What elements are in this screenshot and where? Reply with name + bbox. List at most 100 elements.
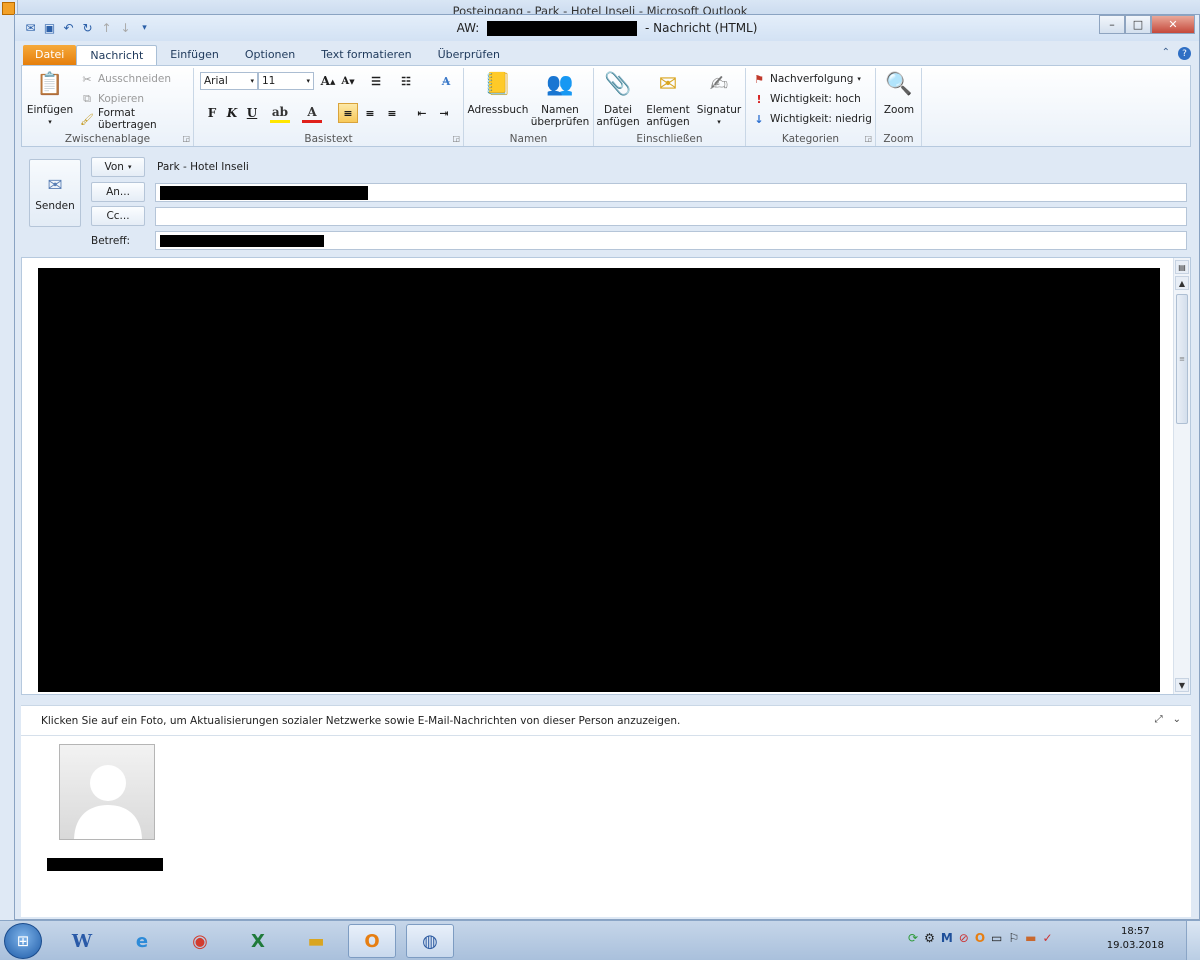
from-button[interactable]: Von ▾ (91, 157, 145, 177)
ribbon-tabs: Datei Nachricht Einfügen Optionen Text f… (23, 43, 513, 66)
subject-field[interactable] (155, 231, 1187, 250)
chrome-taskbar-icon[interactable]: ◉ (176, 924, 224, 958)
shrink-font-button[interactable]: A ▼ (338, 71, 358, 91)
signature-icon: ✍ (709, 72, 729, 97)
bullets-icon[interactable]: ☰ (366, 71, 386, 91)
attach-item-button[interactable]: ✉ Element anfügen (644, 70, 692, 129)
signature-button[interactable]: ✍ Signatur ▾ (696, 70, 742, 128)
expand-icon[interactable]: ⤢ (1155, 714, 1163, 725)
clock[interactable]: 18:57 19.03.2018 (1107, 925, 1164, 953)
align-center-button[interactable]: ≡ (360, 103, 380, 123)
dialog-launcher-icon[interactable]: ◲ (864, 134, 872, 143)
show-desktop-button[interactable] (1186, 921, 1200, 960)
scroll-down-icon[interactable]: ▼ (1175, 678, 1189, 692)
action-center-flag-icon[interactable]: ⚐ (1008, 931, 1019, 945)
address-book-button[interactable]: 📒 Adressbuch (468, 70, 529, 117)
check-names-button[interactable]: 👥 Namen überprüfen (530, 70, 590, 129)
tab-datei[interactable]: Datei (23, 45, 77, 65)
tray-display-icon[interactable]: ▭ (991, 931, 1002, 945)
tab-text-formatieren[interactable]: Text formatieren (308, 45, 424, 65)
message-body[interactable]: ▤ ▲ ≡ ▼ (21, 257, 1191, 695)
start-button[interactable]: ⊞ (4, 923, 42, 959)
title-suffix: - Nachricht (HTML) (644, 21, 758, 35)
chevron-down-icon[interactable]: ⌄ (1173, 714, 1181, 725)
format-painter-button[interactable]: 🖌 Format übertragen (80, 107, 193, 131)
globe-app-taskbar-icon[interactable]: ◍ (406, 924, 454, 958)
zoom-button[interactable]: 🔍 Zoom (878, 70, 920, 117)
font-size-combo[interactable]: 11 ▾ (258, 72, 314, 90)
align-right-button[interactable]: ≡ (382, 103, 402, 123)
close-button[interactable]: ✕ (1151, 15, 1195, 34)
font-name-combo[interactable]: Arial ▾ (200, 72, 258, 90)
highlight-icon[interactable]: ab (270, 103, 290, 123)
to-field[interactable] (155, 183, 1187, 202)
follow-up-button[interactable]: ⚑ Nachverfolgung ▾ (752, 70, 861, 88)
dialog-launcher-icon[interactable]: ◲ (452, 134, 460, 143)
internet-explorer-taskbar-icon[interactable]: e (118, 924, 166, 958)
tray-m-icon[interactable]: M (941, 931, 953, 945)
tab-einfuegen[interactable]: Einfügen (157, 45, 232, 65)
cut-label: Ausschneiden (98, 73, 172, 85)
people-pane: Klicken Sie auf ein Foto, um Aktualisier… (21, 705, 1191, 917)
attach-file-button[interactable]: 📎 Datei anfügen (596, 70, 640, 129)
to-button[interactable]: An... (91, 182, 145, 202)
cc-field[interactable] (155, 207, 1187, 226)
message-header-form: ✉ Senden Von ▾ Park - Hotel Inseli An...… (21, 149, 1191, 253)
word-taskbar-icon[interactable]: W (58, 924, 106, 958)
person-silhouette-icon (74, 765, 142, 839)
ruler-toggle-icon[interactable]: ▤ (1175, 260, 1189, 274)
tab-nachricht[interactable]: Nachricht (76, 45, 158, 66)
decrease-indent-icon[interactable]: ⇤ (412, 103, 432, 123)
redacted-contact-name (47, 858, 163, 871)
chevron-down-icon: ▾ (48, 118, 52, 126)
redacted-subject (487, 21, 638, 36)
underline-button[interactable]: U (242, 103, 262, 123)
vertical-scrollbar[interactable]: ▤ ▲ ≡ ▼ (1173, 258, 1190, 694)
help-icon[interactable]: ? (1178, 47, 1191, 60)
bold-button[interactable]: F (202, 103, 222, 123)
italic-button[interactable]: K (222, 103, 242, 123)
importance-high-button[interactable]: ! Wichtigkeit: hoch (752, 90, 860, 108)
minimize-ribbon-icon[interactable]: ⌃ (1162, 47, 1170, 60)
contact-photo[interactable] (59, 744, 155, 840)
outlook-taskbar-icon[interactable]: O (348, 924, 396, 958)
font-size-value: 11 (262, 75, 276, 87)
tab-optionen[interactable]: Optionen (232, 45, 308, 65)
send-button[interactable]: ✉ Senden (29, 159, 81, 227)
network-icon[interactable]: ✓ (1043, 931, 1053, 945)
excel-taskbar-icon[interactable]: X (234, 924, 282, 958)
clear-format-icon[interactable]: A̶ (436, 71, 456, 91)
battery-icon[interactable]: ▬ (1025, 931, 1036, 945)
importance-low-button[interactable]: ↓ Wichtigkeit: niedrig (752, 110, 871, 128)
cut-button[interactable]: ✂ Ausschneiden (80, 70, 171, 88)
align-left-button[interactable]: ≡ (338, 103, 358, 123)
font-color-icon[interactable]: A (302, 103, 322, 123)
grow-font-button[interactable]: A ▲ (318, 71, 338, 91)
scrollbar-thumb[interactable]: ≡ (1176, 294, 1188, 424)
from-button-label: Von (104, 161, 124, 173)
tab-ueberpruefen[interactable]: Überprüfen (425, 45, 513, 65)
tray-outlook-icon[interactable]: O (975, 931, 985, 945)
increase-indent-icon[interactable]: ⇥ (434, 103, 454, 123)
flag-icon: ⚑ (754, 72, 764, 86)
ribbon: 📋 Einfügen ▾ ✂ Ausschneiden ⧉ Kopieren 🖌… (21, 65, 1191, 147)
paste-label: Einfügen (26, 104, 74, 116)
zoom-label: Zoom (883, 104, 915, 116)
minimize-button[interactable]: – (1099, 15, 1125, 34)
copy-button[interactable]: ⧉ Kopieren (80, 90, 144, 108)
group-label: Zoom (883, 133, 914, 145)
window-title: AW: - Nachricht (HTML) (15, 21, 1199, 36)
compose-window: ✉ ▣ ↶ ↻ ↑ ↓ ▾ AW: - Nachricht (HTML) – □… (14, 14, 1200, 920)
explorer-taskbar-icon[interactable]: ▬ (292, 924, 340, 958)
scroll-up-icon[interactable]: ▲ (1175, 276, 1189, 290)
numbering-icon[interactable]: ☷ (396, 71, 416, 91)
dialog-launcher-icon[interactable]: ◲ (182, 134, 190, 143)
tray-app-icon[interactable]: ⚙ (924, 931, 935, 945)
maximize-button[interactable]: □ (1125, 15, 1151, 34)
cc-button[interactable]: Cc... (91, 206, 145, 226)
paste-button[interactable]: 📋 Einfügen ▾ (26, 70, 74, 128)
signature-label: Signatur (696, 104, 742, 116)
sync-icon[interactable]: ⟳ (908, 931, 918, 945)
copy-label: Kopieren (98, 93, 145, 105)
tray-blocked-icon[interactable]: ⊘ (959, 931, 969, 945)
